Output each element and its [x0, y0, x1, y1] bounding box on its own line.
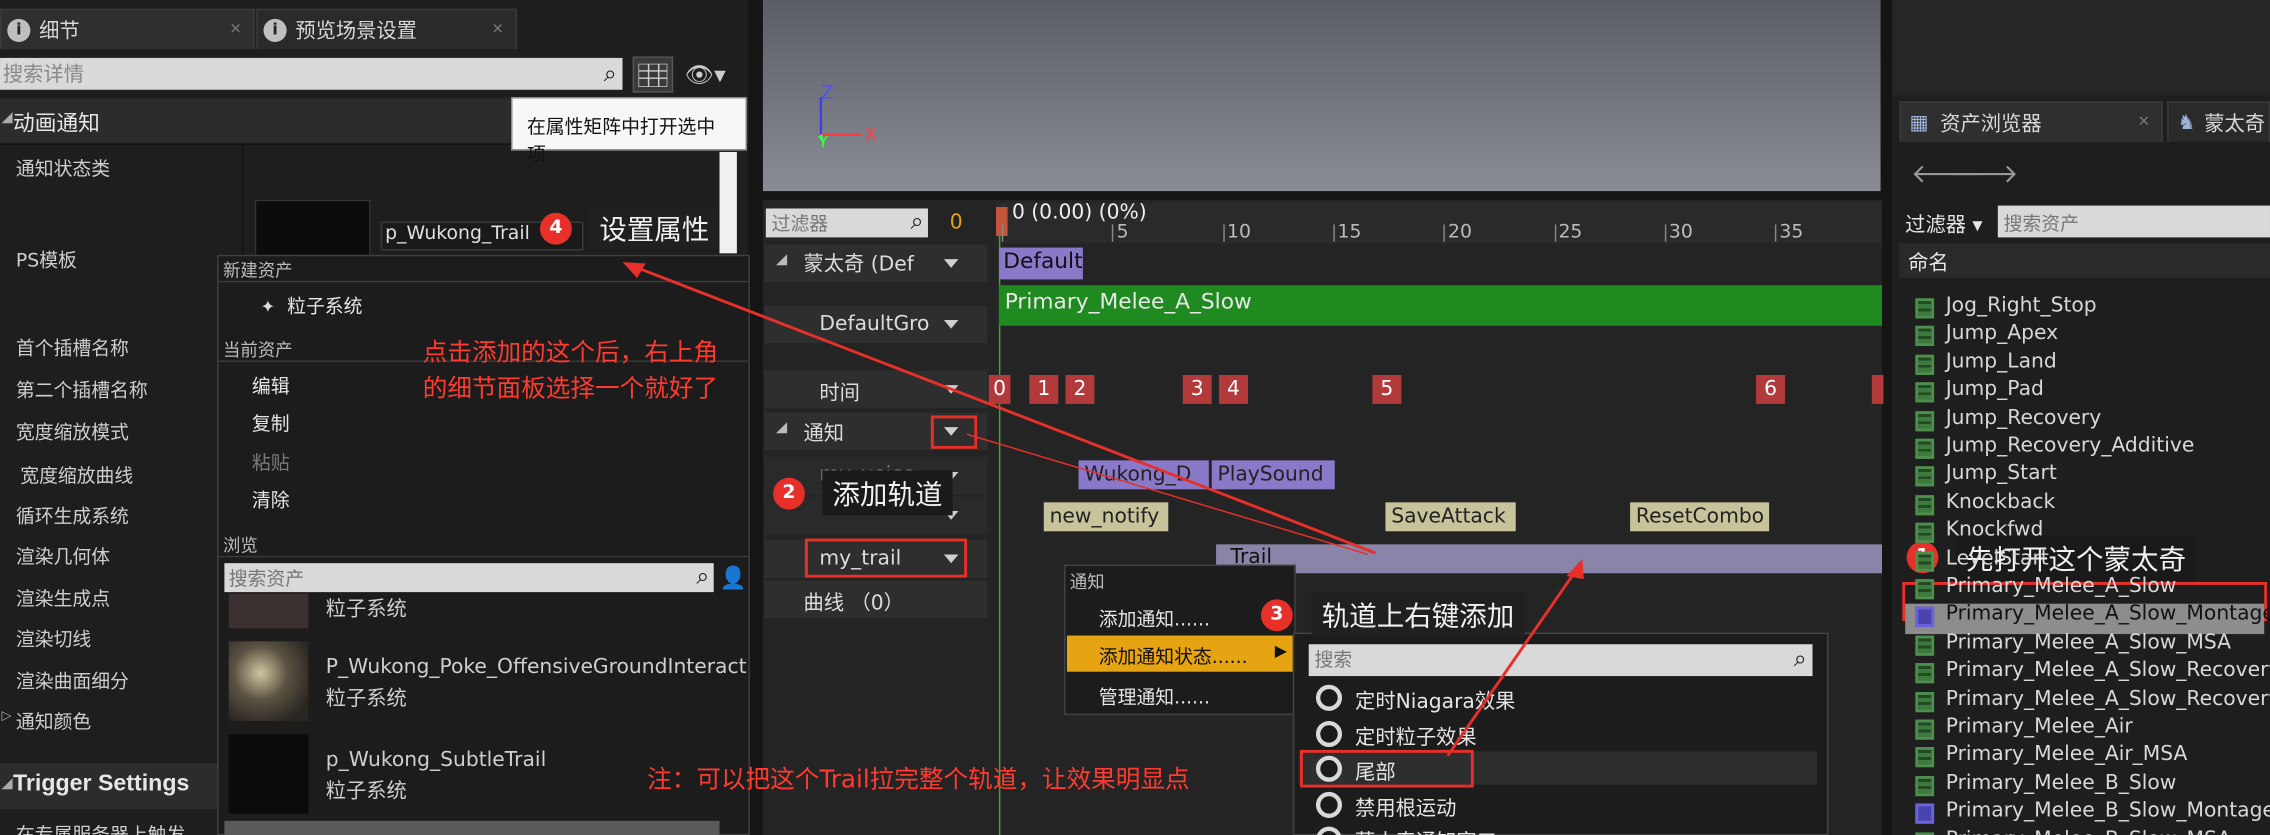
asset-browser-item[interactable]: Primary_Melee_A_Slow	[1946, 575, 2177, 598]
anim-sequence-icon	[1915, 466, 1935, 487]
ruler-tick-label: 10	[1227, 221, 1252, 244]
anim-sequence-icon	[1915, 298, 1935, 319]
asset-browser-item[interactable]: Jump_Start	[1946, 462, 2057, 485]
asset-browser-item[interactable]: Primary_Melee_Air	[1946, 715, 2133, 738]
ruler-tick	[1333, 224, 1335, 242]
asset-browser-item[interactable]: Primary_Melee_A_Slow_Recovery_	[1946, 687, 2270, 710]
montage-icon	[1915, 803, 1935, 825]
anim-sequence-icon	[1915, 579, 1935, 600]
asset-browser-item[interactable]: Primary_Melee_A_Slow_Montage	[1946, 603, 2270, 626]
asset-browser-item[interactable]: Primary_Melee_B_Slow	[1946, 771, 2177, 794]
anim-sequence-icon	[1915, 354, 1935, 375]
ruler-tick	[1554, 224, 1556, 242]
ruler-tick	[1664, 224, 1667, 242]
anim-sequence-icon	[1915, 410, 1935, 431]
ruler-tick	[1443, 224, 1446, 242]
asset-browser-item[interactable]: Primary_Melee_Air_MSA	[1946, 743, 2188, 766]
step3-caption: 轨道上右键添加	[1311, 592, 1525, 637]
ruler-tick-label: 20	[1447, 221, 1472, 244]
anim-sequence-icon	[1915, 382, 1935, 403]
asset-browser-item[interactable]: Primary_Melee_A_Slow_Recovery	[1946, 659, 2270, 682]
step-badge-2: 2	[773, 477, 805, 510]
step4-caption: 设置属性	[589, 205, 720, 251]
asset-browser-item[interactable]: Jump_Recovery_Additive	[1946, 434, 2195, 457]
anim-sequence-icon	[1915, 663, 1935, 684]
highlight-trail-option	[1300, 749, 1474, 788]
ruler-tick	[1112, 224, 1114, 242]
ruler-tick	[1775, 224, 1777, 242]
highlight-notify-dropdown	[930, 415, 978, 449]
asset-browser-item[interactable]: Knockfwd	[1946, 519, 2044, 542]
anim-sequence-icon	[1915, 747, 1935, 768]
anim-sequence-icon	[1915, 635, 1935, 656]
step-badge-3: 3	[1260, 599, 1293, 632]
ruler-tick	[1001, 224, 1004, 242]
asset-browser-item[interactable]: Primary_Melee_A_Slow_MSA	[1946, 631, 2231, 654]
asset-browser-item[interactable]: Jump_Recovery	[1946, 406, 2102, 429]
asset-browser-item[interactable]: Jog_Right_Stop	[1946, 294, 2097, 317]
anim-sequence-icon	[1915, 719, 1935, 740]
ruler-tick-label: 5	[1116, 221, 1129, 244]
note-click-line-1: 点击添加的这个后，右上角	[422, 338, 719, 368]
note-click-added: 点击添加的这个后，右上角 的细节面板选择一个就好了	[423, 336, 718, 408]
anim-sequence-icon	[1915, 438, 1935, 459]
anim-sequence-icon	[1915, 550, 1935, 572]
anim-sequence-icon	[1915, 775, 1935, 796]
ruler-tick-label: 30	[1668, 221, 1693, 244]
ruler-tick-label: 35	[1779, 221, 1804, 244]
step-badge-4: 4	[539, 212, 572, 245]
asset-browser-item[interactable]: Jump_Land	[1946, 350, 2057, 373]
note-bottom: 注：可以把这个Trail拉完整个轨道，让效果明显点	[647, 765, 1190, 795]
asset-browser-item[interactable]: Primary_Melee_B_Slow_MSA	[1946, 827, 2231, 835]
anim-sequence-icon	[1915, 691, 1935, 712]
highlight-my-trail	[804, 538, 968, 578]
ruler-tick	[1222, 224, 1225, 242]
asset-browser-item[interactable]: Knockback	[1946, 490, 2056, 513]
ruler-tick-label: 25	[1558, 221, 1583, 244]
asset-browser-item[interactable]: Jump_Apex	[1946, 322, 2058, 345]
anim-sequence-icon	[1915, 326, 1935, 347]
anim-sequence-icon	[1915, 494, 1935, 516]
anim-sequence-icon	[1915, 522, 1935, 544]
note-click-line-2: 的细节面板选择一个就好了	[422, 374, 719, 404]
step2-caption: 添加轨道	[822, 470, 953, 516]
asset-browser-item[interactable]: Jump_Pad	[1946, 378, 2044, 401]
asset-browser-item[interactable]: Primary_Melee_B_Slow_Montage	[1946, 799, 2270, 822]
asset-browser-item[interactable]: LevelStart	[1946, 547, 2049, 570]
ruler-tick-label: 15	[1337, 221, 1362, 244]
montage-icon	[1915, 607, 1935, 628]
